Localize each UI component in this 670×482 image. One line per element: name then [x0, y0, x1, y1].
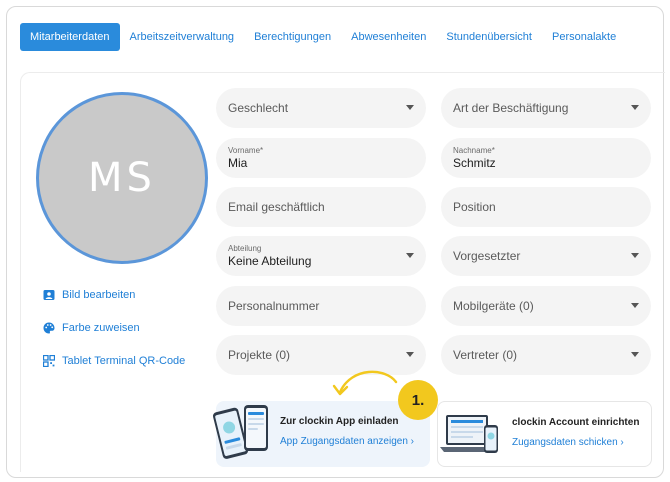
gender-placeholder: Geschlecht [228, 101, 289, 115]
mobile-devices-select[interactable]: Mobilgeräte (0) [441, 286, 651, 326]
last-name-value: Schmitz [453, 155, 496, 170]
position-placeholder: Position [453, 200, 496, 214]
first-name-field[interactable]: Vorname* Mia [216, 138, 426, 178]
business-email-placeholder: Email geschäftlich [228, 200, 325, 214]
send-credentials-link[interactable]: Zugangsdaten schicken › [512, 437, 639, 448]
department-label: Abteilung [228, 243, 262, 253]
setup-account-card[interactable]: clockin Account einrichten Zugangsdaten … [437, 401, 652, 467]
qr-code-icon [43, 355, 55, 367]
mobile-devices-placeholder: Mobilgeräte (0) [453, 299, 534, 313]
tab-bar: Mitarbeiterdaten Arbeitszeitverwaltung B… [20, 23, 626, 51]
qr-code-link[interactable]: Tablet Terminal QR-Code [43, 355, 185, 367]
substitute-placeholder: Vertreter (0) [453, 348, 518, 362]
chevron-down-icon [406, 352, 414, 357]
chevron-down-icon [406, 105, 414, 110]
chevron-right-icon: › [410, 436, 415, 447]
tab-berechtigungen[interactable]: Berechtigungen [244, 23, 341, 51]
invite-app-card[interactable]: Zur clockin App einladen App Zugangsdate… [212, 401, 430, 467]
personnel-number-placeholder: Personalnummer [228, 299, 320, 313]
avatar[interactable]: MS [36, 92, 208, 264]
supervisor-placeholder: Vorgesetzter [453, 249, 521, 263]
chevron-right-icon: › [620, 437, 624, 448]
step-badge: 1. [398, 380, 438, 420]
tab-abwesenheiten[interactable]: Abwesenheiten [341, 23, 436, 51]
send-credentials-label: Zugangsdaten schicken [512, 437, 618, 448]
invite-app-title: Zur clockin App einladen [280, 416, 399, 427]
department-value: Keine Abteilung [228, 253, 312, 268]
last-name-label: Nachname* [453, 145, 495, 155]
annotation-arrow-icon [332, 370, 398, 396]
gender-select[interactable]: Geschlecht [216, 88, 426, 128]
first-name-value: Mia [228, 155, 248, 170]
setup-account-title: clockin Account einrichten [512, 417, 640, 428]
chevron-down-icon [631, 105, 639, 110]
palette-icon [43, 322, 55, 334]
image-icon [43, 290, 55, 300]
chevron-down-icon [631, 352, 639, 357]
substitute-select[interactable]: Vertreter (0) [441, 335, 651, 375]
tab-arbeitszeitverwaltung[interactable]: Arbeitszeitverwaltung [120, 23, 245, 51]
edit-picture-label: Bild bearbeiten [62, 289, 136, 301]
supervisor-select[interactable]: Vorgesetzter [441, 236, 651, 276]
chevron-down-icon [631, 253, 639, 258]
laptop-phone-icon [440, 415, 498, 453]
smartphones-icon [212, 405, 268, 459]
position-field[interactable]: Position [441, 187, 651, 227]
tab-mitarbeiterdaten[interactable]: Mitarbeiterdaten [20, 23, 120, 51]
show-app-credentials-label: App Zugangsdaten anzeigen [280, 436, 408, 447]
assign-color-label: Farbe zuweisen [62, 322, 140, 334]
assign-color-link[interactable]: Farbe zuweisen [43, 322, 140, 334]
employment-type-select[interactable]: Art der Beschäftigung [441, 88, 651, 128]
employment-type-placeholder: Art der Beschäftigung [453, 101, 569, 115]
qr-code-label: Tablet Terminal QR-Code [62, 355, 186, 367]
business-email-field[interactable]: Email geschäftlich [216, 187, 426, 227]
chevron-down-icon [406, 253, 414, 258]
department-select[interactable]: Abteilung Keine Abteilung [216, 236, 426, 276]
edit-picture-link[interactable]: Bild bearbeiten [43, 289, 135, 301]
avatar-initials: MS [88, 155, 156, 201]
show-app-credentials-link[interactable]: App Zugangsdaten anzeigen › [280, 436, 414, 447]
tab-personalakte[interactable]: Personalakte [542, 23, 626, 51]
personnel-number-field[interactable]: Personalnummer [216, 286, 426, 326]
last-name-field[interactable]: Nachname* Schmitz [441, 138, 651, 178]
first-name-label: Vorname* [228, 145, 264, 155]
chevron-down-icon [631, 303, 639, 308]
projects-placeholder: Projekte (0) [228, 348, 291, 362]
tab-stundenuebersicht[interactable]: Stundenübersicht [436, 23, 542, 51]
